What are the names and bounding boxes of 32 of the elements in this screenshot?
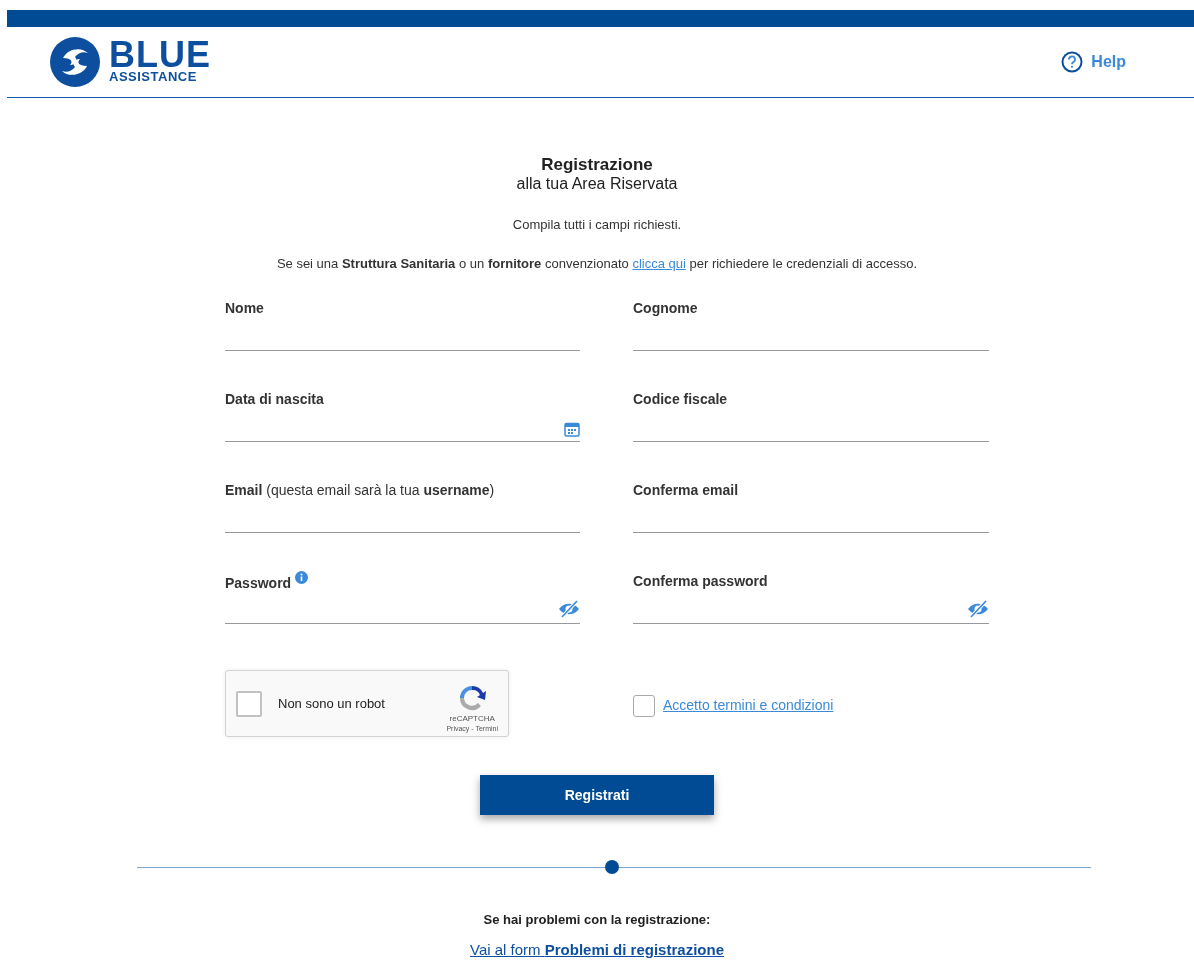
terms-checkbox[interactable] bbox=[633, 694, 655, 717]
field-label: Conferma password bbox=[633, 573, 768, 589]
notice-text: Se sei una Struttura Sanitaria o un fornitore convenzionato clicca qui per richiedere le credenziali di accesso. bbox=[275, 254, 919, 273]
field-label: Cognome bbox=[633, 300, 698, 316]
terms-link[interactable]: Accetto termini e condizioni bbox=[663, 695, 834, 716]
logo-subtext: ASSISTANCE bbox=[109, 70, 198, 84]
info-icon[interactable] bbox=[295, 571, 309, 584]
field-note: (questa email sarà la tua username) bbox=[266, 482, 495, 498]
field-label: Email bbox=[225, 482, 263, 498]
field-label: Codice fiscale bbox=[633, 391, 728, 407]
page-subtitle: alla tua Area Riservata bbox=[515, 174, 679, 193]
register-button[interactable]: Registrati bbox=[480, 775, 714, 815]
problems-form-link[interactable]: Vai al form Problemi di registrazione bbox=[470, 938, 724, 961]
field-label: Data di nascita bbox=[225, 391, 324, 407]
help-icon bbox=[1061, 51, 1084, 73]
field-label: Nome bbox=[225, 300, 264, 316]
captcha-checkbox[interactable] bbox=[236, 690, 262, 717]
hidden-eye-icon[interactable] bbox=[558, 599, 580, 619]
field-label: Conferma email bbox=[633, 482, 739, 498]
help-link[interactable]: Help bbox=[1061, 50, 1126, 74]
request-credentials-link[interactable]: clicca qui bbox=[632, 255, 686, 271]
logo-text: BLUE bbox=[109, 40, 211, 70]
footer-text: Se hai problemi con la registrazione: bbox=[482, 911, 712, 929]
captcha-brand: reCAPTCHA bbox=[449, 713, 495, 724]
hidden-eye-icon[interactable] bbox=[967, 599, 989, 619]
instructions-text: Compila tutti i campi richiesti. bbox=[511, 216, 683, 234]
field-label: Password bbox=[225, 575, 292, 591]
logo-icon bbox=[49, 36, 101, 88]
page-title: Registrazione bbox=[540, 156, 654, 174]
calendar-icon[interactable] bbox=[564, 421, 580, 437]
captcha-label: Non sono un robot bbox=[278, 694, 385, 713]
divider-dot bbox=[605, 860, 619, 874]
